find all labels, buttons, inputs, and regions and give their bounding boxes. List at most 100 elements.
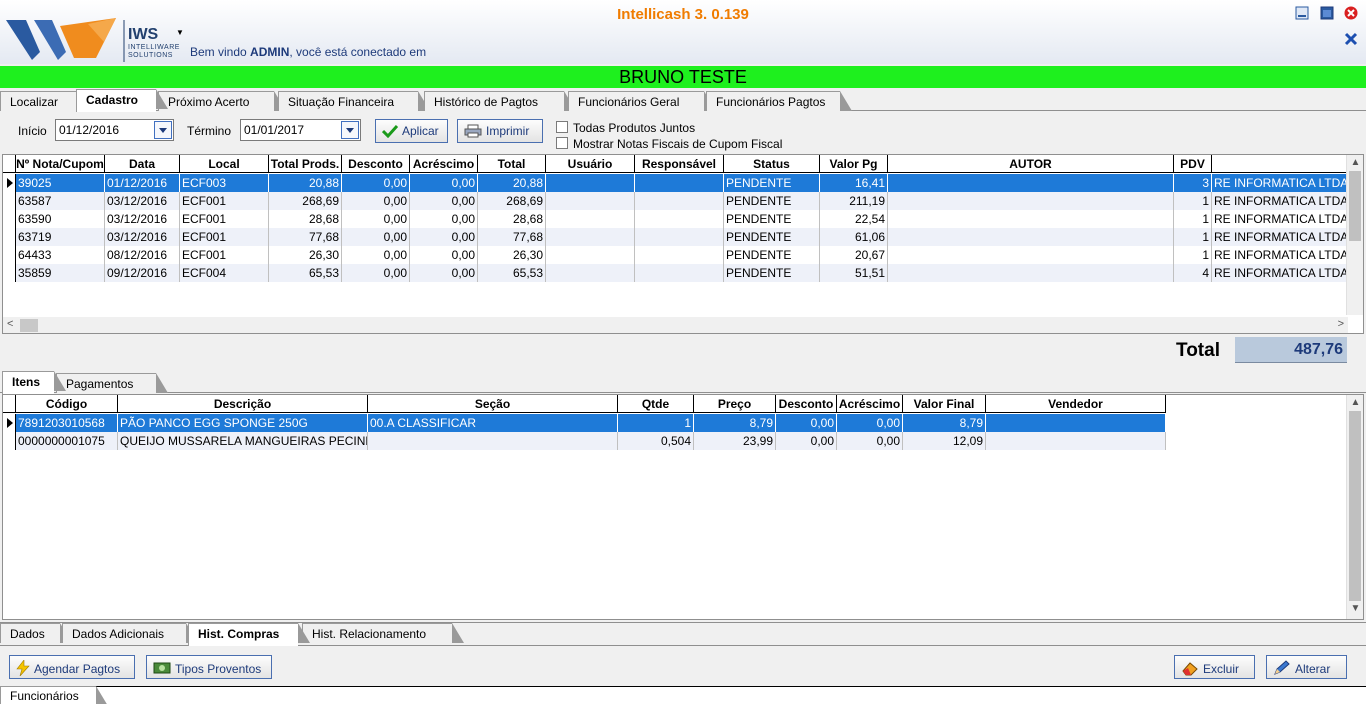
scroll-up-icon[interactable]: ▲ (1347, 157, 1363, 168)
delete-button[interactable]: Excluir (1174, 655, 1255, 679)
notes-row[interactable]: 39025 01/12/2016 ECF003 20,88 0,00 0,00 20,88 P… (3, 174, 1348, 192)
tab-funcionarios-pagtos[interactable]: Funcionários Pagtos (706, 91, 852, 111)
notes-row[interactable]: 64433 08/12/2016 ECF001 26,30 0,00 0,00 26,30 P… (3, 246, 1348, 264)
schedule-payments-button[interactable]: Agendar Pagtos (9, 655, 135, 679)
tab-cadastro[interactable]: Cadastro (76, 89, 168, 112)
col-empresa[interactable] (1212, 155, 1348, 173)
close-icon[interactable] (1344, 6, 1358, 20)
calendar-dropdown-icon[interactable] (154, 121, 172, 139)
tab-historico-pagtos[interactable]: Histórico de Pagtos (424, 91, 576, 111)
scroll-down-icon[interactable]: ▼ (1347, 603, 1363, 614)
col-status[interactable]: Status (724, 155, 820, 173)
notes-row[interactable]: 35859 09/12/2016 ECF004 65,53 0,00 0,00 65,53 P… (3, 264, 1348, 282)
notes-cell: ECF001 (180, 246, 269, 264)
notes-cell (888, 210, 1174, 228)
row-indicator[interactable] (3, 228, 16, 246)
row-indicator[interactable] (3, 432, 16, 450)
col-data[interactable]: Data (105, 155, 180, 173)
col-pdv[interactable]: PDV (1174, 155, 1212, 173)
notes-cell: 0,00 (410, 228, 478, 246)
scroll-thumb[interactable] (1349, 411, 1361, 601)
row-indicator[interactable] (3, 192, 16, 210)
notes-vertical-scrollbar[interactable]: ▲ (1346, 155, 1363, 315)
col-local[interactable]: Local (180, 155, 269, 173)
lightning-icon (16, 660, 30, 676)
col-descricao[interactable]: Descrição (118, 395, 368, 413)
tab-pagamentos[interactable]: Pagamentos (56, 373, 168, 393)
start-date-label: Início (18, 124, 47, 138)
tab-proximo-acerto[interactable]: Próximo Acerto (158, 91, 286, 111)
col-valor-pg[interactable]: Valor Pg (820, 155, 888, 173)
scroll-thumb[interactable] (1349, 171, 1361, 241)
col-codigo[interactable]: Código (16, 395, 118, 413)
row-indicator[interactable] (3, 246, 16, 264)
items-vertical-scrollbar[interactable]: ▲ ▼ (1346, 395, 1363, 619)
print-button[interactable]: Imprimir (457, 119, 543, 143)
maximize-icon[interactable] (1320, 6, 1334, 20)
apply-button[interactable]: Aplicar (375, 119, 448, 143)
col-total-prods[interactable]: Total Prods. (269, 155, 342, 173)
items-cell: 0,504 (618, 432, 694, 450)
notes-row[interactable]: 63590 03/12/2016 ECF001 28,68 0,00 0,00 28,68 P… (3, 210, 1348, 228)
items-cell: 0,00 (776, 432, 837, 450)
col-acrescimo[interactable]: Acréscimo (410, 155, 478, 173)
row-indicator[interactable] (3, 414, 16, 432)
row-indicator[interactable] (3, 264, 16, 282)
items-cell: 0,00 (776, 414, 837, 432)
col-nota-cupom[interactable]: Nº Nota/Cupom (16, 155, 105, 173)
scroll-left-icon[interactable]: < (7, 318, 13, 330)
fiscal-notes-checkbox[interactable] (556, 137, 568, 149)
col-qtde[interactable]: Qtde (618, 395, 694, 413)
col-desconto[interactable]: Desconto (776, 395, 837, 413)
calendar-dropdown-icon[interactable] (341, 121, 359, 139)
col-autor[interactable]: AUTOR (888, 155, 1174, 173)
scroll-up-icon[interactable]: ▲ (1347, 397, 1363, 408)
items-cell (368, 432, 618, 450)
scroll-right-icon[interactable]: > (1338, 318, 1344, 330)
col-valor-final[interactable]: Valor Final (903, 395, 986, 413)
col-responsavel[interactable]: Responsável (635, 155, 724, 173)
col-secao[interactable]: Seção (368, 395, 618, 413)
items-row[interactable]: 7891203010568 PÃO PANCO EGG SPONGE 250G 00… (3, 414, 1166, 432)
all-products-checkbox[interactable] (556, 121, 568, 133)
row-indicator[interactable] (3, 174, 16, 192)
scroll-thumb[interactable] (20, 319, 38, 332)
col-preco[interactable]: Preço (694, 395, 776, 413)
menu-dropdown-icon[interactable]: ▼ (176, 28, 184, 37)
col-usuario[interactable]: Usuário (546, 155, 635, 173)
col-vendedor[interactable]: Vendedor (986, 395, 1166, 413)
col-acrescimo[interactable]: Acréscimo (837, 395, 903, 413)
col-total[interactable]: Total (478, 155, 546, 173)
tab-itens[interactable]: Itens (2, 371, 66, 394)
tab-hist-compras[interactable]: Hist. Compras (188, 623, 310, 646)
tab-situacao-financeira[interactable]: Situação Financeira (278, 91, 430, 111)
col-desconto[interactable]: Desconto (342, 155, 410, 173)
notes-cell (888, 174, 1174, 192)
notes-horizontal-scrollbar[interactable]: < > (3, 317, 1348, 333)
tab-dados-adicionais[interactable]: Dados Adicionais (62, 623, 198, 643)
notes-cell: 268,69 (269, 192, 342, 210)
close-form-icon[interactable] (1344, 32, 1358, 46)
tab-localizar[interactable]: Localizar (0, 91, 88, 111)
notes-cell: RE INFORMATICA LTDA (1214, 192, 1348, 210)
minimize-icon[interactable] (1295, 6, 1309, 20)
items-cell: 8,79 (694, 414, 776, 432)
items-grid[interactable]: Código Descrição Seção Qtde Preço Descon… (2, 394, 1364, 620)
notes-row[interactable]: 63719 03/12/2016 ECF001 77,68 0,00 0,00 77,68 P… (3, 228, 1348, 246)
tab-hist-relacionamento[interactable]: Hist. Relacionamento (302, 623, 464, 643)
notes-row[interactable]: 63587 03/12/2016 ECF001 268,69 0,00 0,00 268,6… (3, 192, 1348, 210)
row-indicator[interactable] (3, 210, 16, 228)
edit-button[interactable]: Alterar (1266, 655, 1347, 679)
notes-grid[interactable]: Nº Nota/Cupom Data Local Total Prods. De… (2, 154, 1364, 334)
notes-cell: 0,00 (410, 192, 478, 210)
tab-funcionarios-geral[interactable]: Funcionários Geral (568, 91, 716, 111)
notes-cell: 26,30 (478, 246, 546, 264)
start-date-field[interactable]: 01/12/2016 (55, 119, 174, 141)
earnings-types-button[interactable]: Tipos Proventos (146, 655, 272, 679)
notes-cell: 4 (1174, 264, 1212, 282)
tab-dados[interactable]: Dados (0, 623, 72, 643)
tab-funcionarios[interactable]: Funcionários (0, 686, 108, 704)
items-row[interactable]: 0000000001075 QUEIJO MUSSARELA MANGUEIRAS… (3, 432, 1166, 450)
end-date-field[interactable]: 01/01/2017 (240, 119, 361, 141)
notes-cell (888, 192, 1174, 210)
